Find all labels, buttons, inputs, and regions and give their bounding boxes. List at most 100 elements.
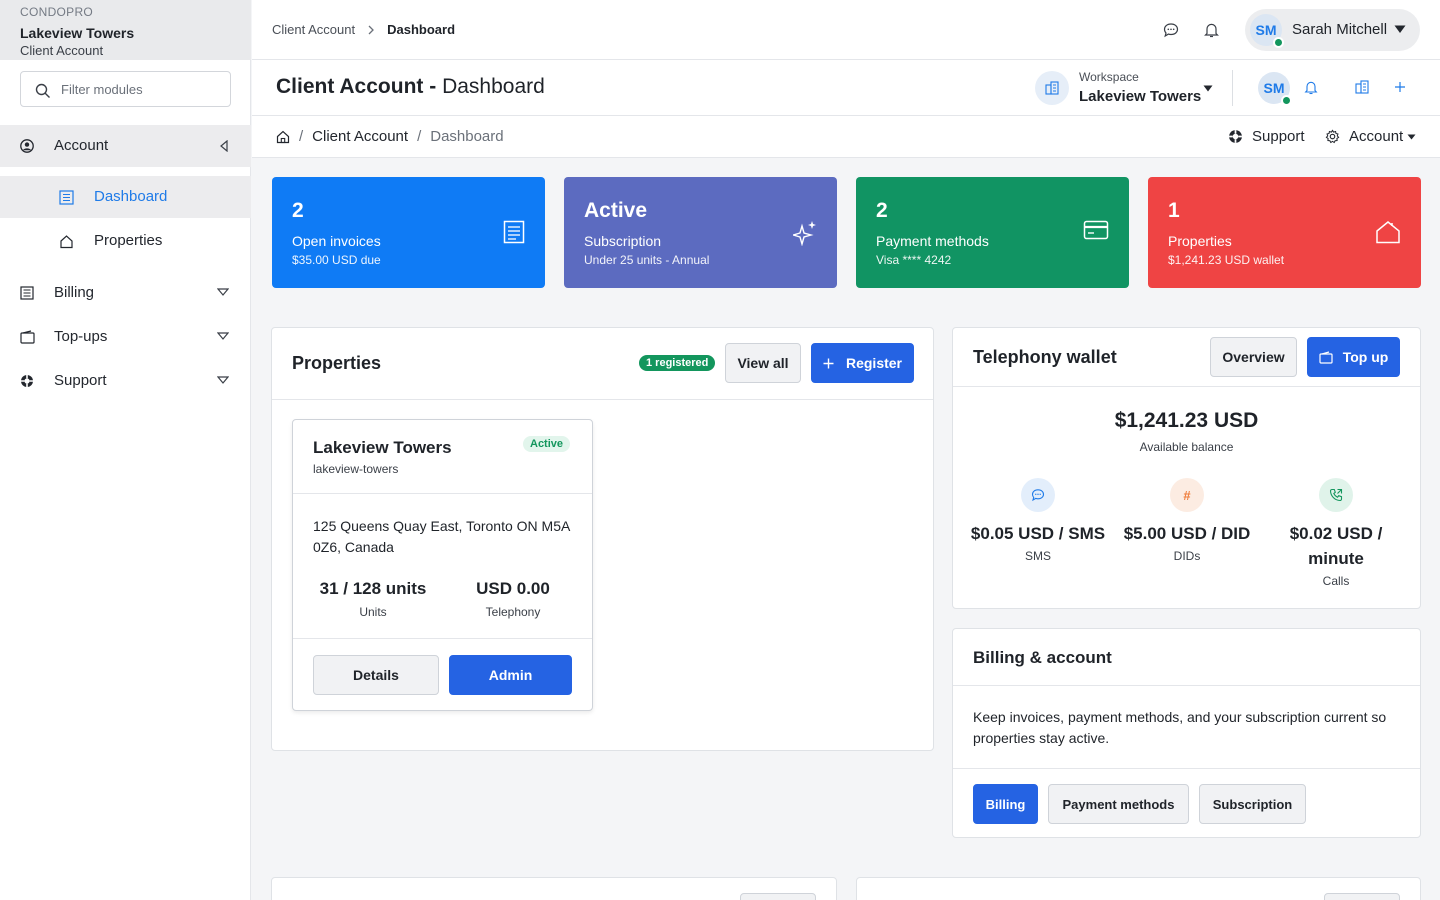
stat-card-properties[interactable]: 1 Properties $1,241.23 USD wallet xyxy=(1148,177,1421,288)
workspace-switcher[interactable]: Workspace Lakeview Towers xyxy=(1079,70,1201,107)
chat-icon[interactable] xyxy=(1163,22,1179,38)
rate-label: Calls xyxy=(1322,574,1350,588)
stat-card-payment-methods[interactable]: 2 Payment methods Visa **** 4242 xyxy=(856,177,1129,288)
breadcrumb-separator: / xyxy=(299,128,304,145)
building-icon xyxy=(1045,81,1059,95)
ledger-icon xyxy=(20,286,34,300)
sidebar-item-top-ups[interactable]: Top-ups xyxy=(0,316,251,358)
workspace-icon-badge xyxy=(1035,71,1069,105)
panel-title: Properties xyxy=(292,353,382,373)
stat-label: Properties xyxy=(1168,233,1232,249)
plus-icon[interactable] xyxy=(1394,81,1406,93)
property-address: 125 Queens Quay East, Toronto ON M5A 0Z6… xyxy=(313,518,570,555)
page-title: Client Account - Dashboard xyxy=(276,75,545,99)
filter-modules-field[interactable] xyxy=(20,71,231,107)
sidebar-item-account[interactable]: Account xyxy=(0,125,251,167)
button-label: Payment methods xyxy=(1062,796,1175,812)
page-title-section: Client Account - xyxy=(276,75,437,98)
breadcrumb-separator: / xyxy=(417,128,422,145)
property-name: Lakeview Towers xyxy=(313,438,452,457)
header-divider xyxy=(1232,70,1233,106)
chat-bubble-icon xyxy=(1021,478,1055,512)
stat-label: Payment methods xyxy=(876,233,989,249)
sidebar-item-dashboard[interactable]: Dashboard xyxy=(0,176,251,218)
account-label: Account xyxy=(1349,128,1404,145)
property-slug: lakeview-towers xyxy=(313,462,399,476)
rate-label: SMS xyxy=(1024,549,1051,563)
caret-down-icon[interactable] xyxy=(1203,85,1213,92)
user-menu[interactable]: SM Sarah Mitchell xyxy=(1245,9,1420,51)
avatar: SM xyxy=(1250,14,1284,48)
rate-value: $5.00 USD / DID xyxy=(1123,524,1251,543)
avatar-initials: SM xyxy=(1255,22,1277,38)
divider xyxy=(293,493,592,494)
bell-icon[interactable] xyxy=(1204,22,1219,38)
support-label: Support xyxy=(1252,128,1305,145)
panel-header-button[interactable] xyxy=(1324,893,1400,900)
stat-subtext: $35.00 USD due xyxy=(292,253,381,267)
wallet-icon xyxy=(20,330,35,344)
chevron-right-icon xyxy=(367,25,375,35)
sidebar-item-label: Dashboard xyxy=(94,188,168,205)
sidebar-item-support[interactable]: Support xyxy=(0,360,251,402)
payment-methods-button[interactable]: Payment methods xyxy=(1048,784,1189,824)
building-icon[interactable] xyxy=(1355,80,1369,94)
avatar[interactable]: SM xyxy=(1258,72,1292,106)
wallet-balance-label: Available balance xyxy=(1139,440,1234,454)
page-title-name: Dashboard xyxy=(442,75,545,98)
billing-button[interactable]: Billing xyxy=(973,784,1038,824)
panel-title: Telephony wallet xyxy=(973,347,1117,367)
caret-down-icon xyxy=(217,375,229,385)
caret-down-icon xyxy=(1407,134,1416,140)
invoice-icon xyxy=(503,220,525,244)
stat-card-subscription[interactable]: Active Subscription Under 25 units - Ann… xyxy=(564,177,837,288)
top-up-button[interactable]: Top up xyxy=(1307,337,1400,377)
page-header: Client Account - Dashboard Workspace Lak… xyxy=(252,60,1440,116)
account-menu[interactable]: Account xyxy=(1325,128,1416,145)
user-circle-icon xyxy=(20,139,34,153)
breadcrumb-link[interactable]: Client Account xyxy=(272,22,355,37)
subscription-button[interactable]: Subscription xyxy=(1199,784,1306,824)
register-button[interactable]: Register xyxy=(811,343,914,383)
phone-icon xyxy=(1319,478,1353,512)
details-button[interactable]: Details xyxy=(313,655,439,695)
units-value: 31 / 128 units xyxy=(319,579,427,598)
stat-card-open-invoices[interactable]: 2 Open invoices $35.00 USD due xyxy=(272,177,545,288)
button-label: Billing xyxy=(985,796,1026,812)
avatar-initials: SM xyxy=(1263,80,1285,96)
panel-header-button[interactable] xyxy=(740,893,816,900)
credit-card-icon xyxy=(1083,220,1109,240)
sidebar-item-billing[interactable]: Billing xyxy=(0,272,251,314)
divider xyxy=(293,638,592,639)
workspace-value: Lakeview Towers xyxy=(1079,88,1202,105)
top-breadcrumb: Client Account Dashboard xyxy=(272,22,455,37)
view-all-button[interactable]: View all xyxy=(725,343,801,383)
property-card[interactable]: Lakeview Towers lakeview-towers Active 1… xyxy=(292,419,593,711)
panel-header: Properties 1 registered View all Registe… xyxy=(272,328,933,400)
admin-button[interactable]: Admin xyxy=(449,655,572,695)
telephony-stat: USD 0.00 Telephony xyxy=(443,578,583,619)
rate-did: # $5.00 USD / DID DIDs xyxy=(1117,478,1257,564)
breadcrumb-current: Dashboard xyxy=(387,22,456,37)
brand-block[interactable]: CONDOPRO Lakeview Towers Client Account xyxy=(0,0,251,60)
telephony-label: Telephony xyxy=(485,605,541,619)
breadcrumb-link[interactable]: Client Account xyxy=(312,128,408,145)
caret-left-icon xyxy=(219,140,229,152)
filter-modules-input[interactable] xyxy=(61,80,221,98)
button-label: Register xyxy=(845,355,903,371)
breadcrumb-bar: / Client Account / Dashboard Support Acc… xyxy=(252,116,1440,158)
user-name: Sarah Mitchell xyxy=(1292,21,1388,38)
stat-value: 2 xyxy=(292,199,304,222)
support-link[interactable]: Support xyxy=(1228,128,1305,145)
stat-value: 2 xyxy=(876,199,888,222)
sidebar-item-properties[interactable]: Properties xyxy=(0,220,251,262)
sidebar-item-label: Top-ups xyxy=(54,328,108,345)
rate-calls: $0.02 USD / minute Calls xyxy=(1266,478,1406,589)
overview-button[interactable]: Overview xyxy=(1210,337,1297,377)
rate-label: DIDs xyxy=(1173,549,1201,563)
plus-icon xyxy=(823,358,834,369)
sidebar-item-label: Support xyxy=(54,372,107,389)
bell-icon[interactable] xyxy=(1304,80,1318,95)
brand-subtitle: Client Account xyxy=(20,43,104,58)
home-icon[interactable] xyxy=(276,130,290,144)
